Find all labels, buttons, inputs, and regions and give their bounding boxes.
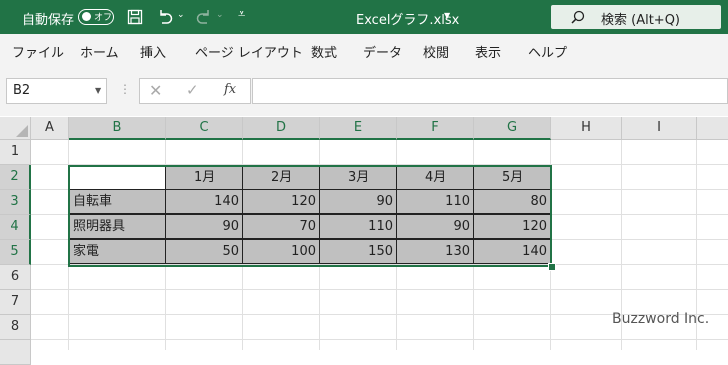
tab-review[interactable]: 校閲 xyxy=(423,42,449,61)
enter-icon[interactable]: ✓ xyxy=(186,81,199,99)
column-header-g[interactable]: G xyxy=(474,117,551,140)
tab-data[interactable]: データ xyxy=(363,42,402,61)
redo-dropdown-icon[interactable]: ⌄ xyxy=(216,10,224,20)
selection-border xyxy=(68,165,552,267)
tab-help[interactable]: ヘルプ xyxy=(528,42,567,61)
tab-file[interactable]: ファイル xyxy=(12,42,64,61)
customize-qat-icon[interactable]: ⩡ xyxy=(238,7,245,22)
column-header-c[interactable]: C xyxy=(166,117,243,140)
undo-dropdown-icon[interactable]: ⌄ xyxy=(177,10,185,20)
row-header-4[interactable]: 4 xyxy=(0,215,31,240)
gridline xyxy=(31,289,728,290)
title-dropdown-icon[interactable]: ▼ xyxy=(444,11,450,20)
insert-function-icon[interactable]: fx xyxy=(224,82,236,97)
redo-icon[interactable] xyxy=(195,8,213,26)
autosave-toggle[interactable]: オフ xyxy=(78,9,114,25)
search-box[interactable]: 検索 (Alt+Q) xyxy=(551,5,721,29)
row-header-2[interactable]: 2 xyxy=(0,165,31,190)
tab-formulas[interactable]: 数式 xyxy=(311,42,337,61)
column-header-h[interactable]: H xyxy=(551,117,622,140)
search-icon xyxy=(571,10,585,24)
tab-page-layout[interactable]: ページ レイアウト xyxy=(195,42,303,61)
name-box-value: B2 xyxy=(13,83,31,98)
fill-handle[interactable] xyxy=(548,263,556,271)
column-header-i[interactable]: I xyxy=(622,117,697,140)
row-header-3[interactable]: 3 xyxy=(0,190,31,215)
column-header-b[interactable]: B xyxy=(69,117,166,140)
cancel-icon[interactable]: ✕ xyxy=(149,81,162,100)
autosave-label: 自動保存 xyxy=(22,13,75,28)
select-all-triangle-icon xyxy=(16,125,28,137)
column-header-a[interactable]: A xyxy=(31,117,69,140)
gridline xyxy=(31,339,728,340)
name-box-dropdown-icon[interactable]: ▼ xyxy=(95,86,101,95)
name-box[interactable]: B2 ▼ xyxy=(6,78,107,104)
autosave-state: オフ xyxy=(94,13,113,23)
formula-input[interactable] xyxy=(252,78,728,104)
toggle-knob xyxy=(82,12,91,21)
column-header-f[interactable]: F xyxy=(397,117,474,140)
undo-icon[interactable] xyxy=(156,8,174,26)
column-header-next[interactable] xyxy=(697,117,728,140)
search-label: 検索 (Alt+Q) xyxy=(601,13,681,28)
formula-buttons: ✕ ✓ fx xyxy=(139,78,251,104)
row-header-6[interactable]: 6 xyxy=(0,265,31,290)
tab-view[interactable]: 表示 xyxy=(475,42,501,61)
row-header-9[interactable] xyxy=(0,340,31,365)
row-header-1[interactable]: 1 xyxy=(0,140,31,165)
row-header-7[interactable]: 7 xyxy=(0,290,31,315)
save-icon[interactable] xyxy=(127,9,143,25)
row-header-5[interactable]: 5 xyxy=(0,240,31,265)
select-all-button[interactable] xyxy=(0,117,31,140)
ribbon-tabs: ファイル ホーム 挿入 ページ レイアウト 数式 データ 校閲 表示 ヘルプ xyxy=(0,34,728,67)
watermark: Buzzword Inc. xyxy=(612,311,710,327)
more-options-icon[interactable]: ⋮ xyxy=(119,82,131,96)
column-header-e[interactable]: E xyxy=(320,117,397,140)
title-bar: 自動保存 オフ ⌄ ⌄ ⩡ Excelグラフ.xlsx ▼ 検索 (Alt+Q) xyxy=(0,0,728,34)
tab-home[interactable]: ホーム xyxy=(80,42,119,61)
tab-insert[interactable]: 挿入 xyxy=(140,42,166,61)
row-header-8[interactable]: 8 xyxy=(0,315,31,340)
column-header-d[interactable]: D xyxy=(243,117,320,140)
